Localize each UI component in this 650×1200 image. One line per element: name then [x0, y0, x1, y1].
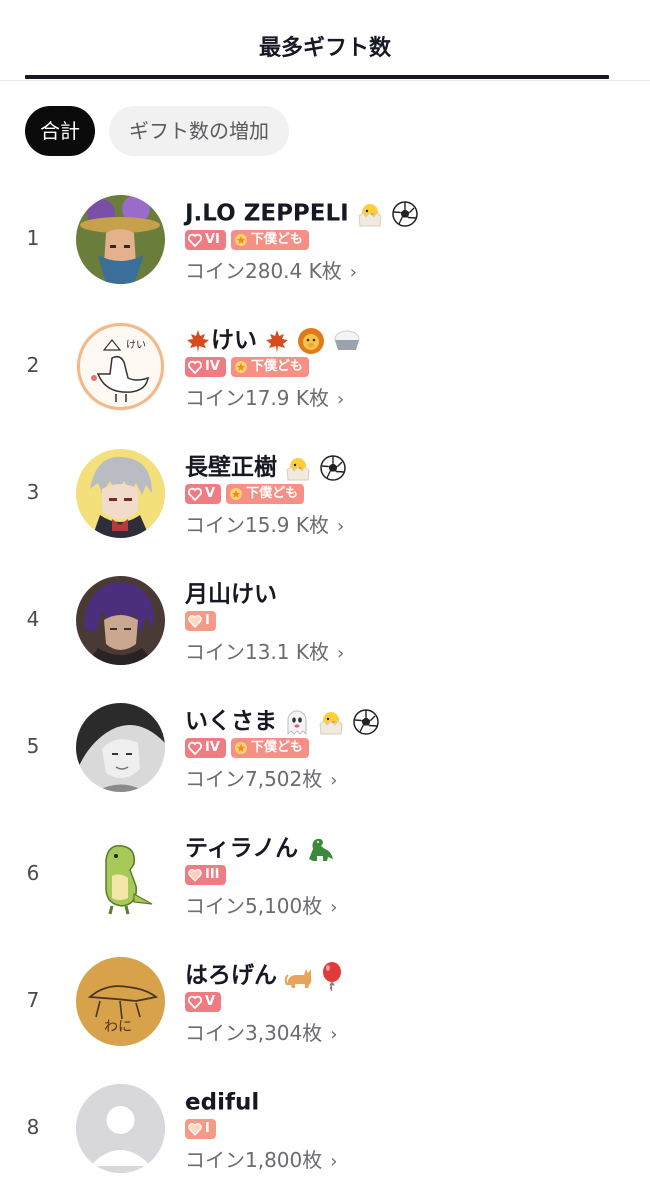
ranking-row[interactable]: 1 J.LO ZEPPELI VI 下僕ども コイン280.4 K枚 › — [0, 176, 650, 303]
svg-text:わに: わに — [104, 1019, 132, 1035]
username: J.LO ZEPPELI — [185, 200, 349, 227]
ranking-row[interactable]: 7 わに はろげん V コイン3,304枚 › — [0, 938, 650, 1065]
active-tab-underline — [25, 75, 609, 79]
chevron-right-icon: › — [337, 516, 345, 537]
rank-number: 6 — [26, 861, 40, 885]
avatar[interactable] — [76, 576, 165, 665]
coin-count[interactable]: コイン15.9 K枚 › — [185, 512, 640, 538]
gifter-level-badge: I — [185, 1119, 216, 1139]
avatar[interactable] — [76, 830, 165, 919]
avatar[interactable]: けい — [76, 322, 165, 411]
username: けい — [211, 327, 257, 354]
avatar[interactable] — [76, 449, 165, 538]
username: いくさま — [185, 708, 277, 735]
user-info: ティラノん III コイン5,100枚 › — [185, 833, 640, 919]
fan-club-badge: 下僕ども — [230, 230, 309, 250]
soccer-ball-icon — [391, 200, 419, 228]
chick-icon — [317, 709, 345, 735]
cat-icon — [284, 963, 314, 989]
avatar[interactable] — [76, 195, 165, 284]
chevron-right-icon: › — [330, 770, 338, 791]
coin-count[interactable]: コイン5,100枚 › — [185, 893, 640, 919]
fan-club-badge: 下僕ども — [230, 738, 309, 758]
avatar[interactable] — [76, 703, 165, 792]
tab-most-gifts[interactable]: 最多ギフト数 — [0, 30, 650, 62]
filter-increase-chip[interactable]: ギフト数の増加 — [109, 106, 289, 156]
fan-club-badge: 下僕ども — [226, 484, 305, 504]
coin-count[interactable]: コイン13.1 K枚 › — [185, 639, 640, 665]
ranking-row[interactable]: 2 けい けい IV 下僕ども コイン17.9 K枚 › — [0, 303, 650, 430]
username: ティラノん — [185, 835, 299, 862]
username: 月山けい — [185, 581, 277, 608]
username: はろげん — [185, 962, 277, 989]
ranking-row[interactable]: 6 ティラノん III コイン5,100枚 › — [0, 811, 650, 938]
user-info: 長壁正樹 V 下僕ども コイン15.9 K枚 › — [185, 452, 640, 538]
dinosaur-icon — [305, 835, 335, 863]
coin-count[interactable]: コイン7,502枚 › — [185, 766, 640, 792]
user-info: けい IV 下僕ども コイン17.9 K枚 › — [185, 325, 640, 411]
svg-text:けい: けい — [126, 339, 146, 351]
coin-count[interactable]: コイン280.4 K枚 › — [185, 258, 640, 284]
rank-number: 3 — [26, 480, 40, 504]
maple-leaf-icon — [264, 328, 290, 354]
maple-leaf-icon — [185, 328, 211, 354]
username: ediful — [185, 1089, 260, 1116]
coin-count[interactable]: コイン1,800枚 › — [185, 1147, 640, 1173]
user-info: ediful I コイン1,800枚 › — [185, 1087, 640, 1173]
avatar[interactable]: わに — [76, 957, 165, 1046]
ranking-row[interactable]: 5 いくさま IV 下僕ども コイン7,502枚 › — [0, 684, 650, 811]
chick-icon — [284, 455, 312, 481]
user-info: 月山けい I コイン13.1 K枚 › — [185, 579, 640, 665]
ghost-icon — [284, 708, 310, 736]
user-info: J.LO ZEPPELI VI 下僕ども コイン280.4 K枚 › — [185, 198, 640, 284]
gifter-level-badge: V — [185, 484, 222, 504]
top-header: 最多ギフト数 — [0, 0, 650, 81]
soccer-ball-icon — [352, 708, 380, 736]
user-info: いくさま IV 下僕ども コイン7,502枚 › — [185, 706, 640, 792]
rank-number: 2 — [26, 353, 40, 377]
ranking-row[interactable]: 4 月山けい I コイン13.1 K枚 › — [0, 557, 650, 684]
rice-icon — [332, 328, 362, 354]
default-avatar-icon[interactable] — [76, 1084, 165, 1173]
chevron-right-icon: › — [330, 1151, 338, 1172]
gifter-level-badge: V — [185, 992, 222, 1012]
rank-number: 7 — [26, 988, 40, 1012]
user-info: はろげん V コイン3,304枚 › — [185, 960, 640, 1046]
fan-club-badge: 下僕ども — [230, 357, 309, 377]
rank-number: 1 — [26, 226, 40, 250]
ranking-row[interactable]: 3 長壁正樹 V 下僕ども コイン15.9 K枚 › — [0, 430, 650, 557]
chevron-right-icon: › — [337, 389, 345, 410]
gifter-level-badge: IV — [185, 738, 226, 758]
coin-count[interactable]: コイン17.9 K枚 › — [185, 385, 640, 411]
rank-number: 4 — [26, 607, 40, 631]
ranking-row[interactable]: 8 ediful I コイン1,800枚 › — [0, 1065, 650, 1192]
gifter-level-badge: IV — [185, 357, 226, 377]
rank-number: 5 — [26, 734, 40, 758]
chevron-right-icon: › — [349, 262, 357, 283]
balloon-icon — [321, 961, 343, 991]
coin-count[interactable]: コイン3,304枚 › — [185, 1020, 640, 1046]
lion-icon — [297, 327, 325, 355]
username: 長壁正樹 — [185, 454, 277, 481]
chick-icon — [356, 201, 384, 227]
chevron-right-icon: › — [330, 897, 338, 918]
chevron-right-icon: › — [337, 643, 345, 664]
filter-total-chip[interactable]: 合計 — [25, 106, 95, 156]
soccer-ball-icon — [319, 454, 347, 482]
rank-number: 8 — [26, 1115, 40, 1139]
gifter-level-badge: VI — [185, 230, 226, 250]
gifter-level-badge: I — [185, 611, 216, 631]
gifter-level-badge: III — [185, 865, 226, 885]
chevron-right-icon: › — [330, 1024, 338, 1045]
